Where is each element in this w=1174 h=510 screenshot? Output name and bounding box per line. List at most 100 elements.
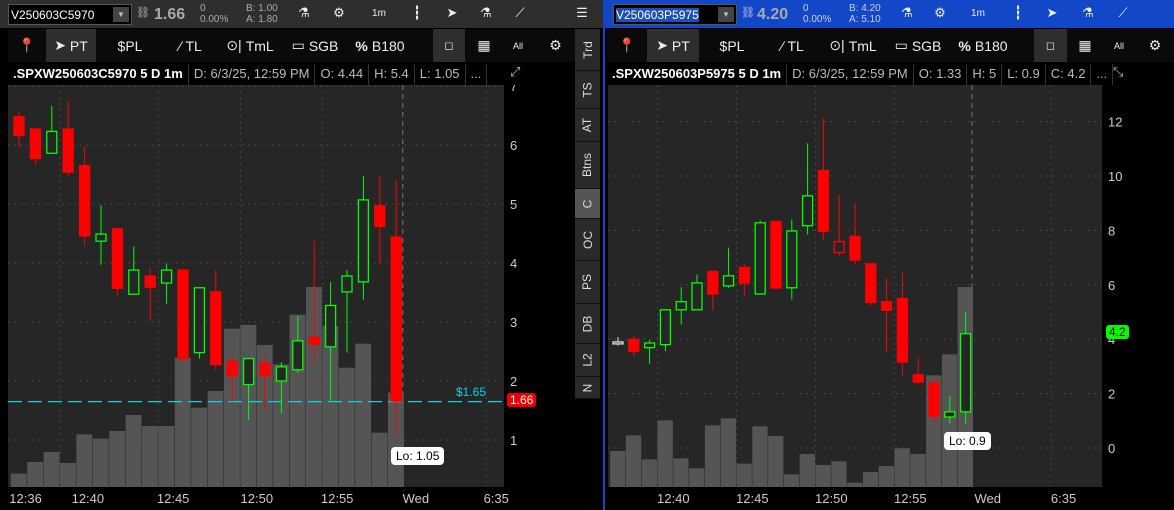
volume-bar bbox=[815, 465, 831, 487]
tab-label: Trd bbox=[580, 40, 595, 59]
link-icon[interactable]: ⛓ bbox=[741, 6, 755, 19]
drawing-icon[interactable]: ⟋ bbox=[1113, 5, 1133, 21]
all-button[interactable]: All bbox=[1103, 29, 1135, 62]
tl-button[interactable]: ∕ TL bbox=[765, 29, 820, 62]
expand-icon[interactable]: ⤡ bbox=[1113, 64, 1123, 80]
tab-label: L2 bbox=[580, 353, 595, 367]
flask-icon[interactable]: ⚗ bbox=[294, 5, 314, 21]
tml-button[interactable]: ⊙| TmL bbox=[823, 29, 883, 62]
interval-button[interactable]: 1m bbox=[968, 8, 988, 19]
y-tick-label: 3 bbox=[510, 315, 517, 330]
b180-button[interactable]: % B180 bbox=[350, 29, 410, 62]
alert-label[interactable]: $1.65 bbox=[456, 385, 486, 399]
candle bbox=[754, 220, 766, 295]
tab-at[interactable]: AT bbox=[575, 109, 600, 142]
tab-btns[interactable]: Btns bbox=[575, 142, 600, 189]
interval-button[interactable]: 1m bbox=[369, 8, 389, 19]
pt-button[interactable]: ➤ PT bbox=[647, 29, 699, 62]
candle-body bbox=[928, 382, 940, 418]
link-icon[interactable]: ⛓ bbox=[136, 6, 150, 19]
cursor-icon[interactable]: ➤ bbox=[1042, 5, 1062, 21]
sgb-button[interactable]: ▭ SGB bbox=[284, 29, 346, 62]
candle-body bbox=[738, 266, 751, 284]
cursor-icon: ➤ bbox=[54, 37, 66, 53]
cursor-icon[interactable]: ➤ bbox=[442, 5, 462, 21]
spl-button[interactable]: $PL bbox=[100, 29, 160, 62]
sgb-button[interactable]: ▭ SGB bbox=[887, 29, 949, 62]
spl-label: $PL bbox=[719, 37, 745, 54]
volume-bar bbox=[125, 415, 142, 487]
x-tick-label: 12:40 bbox=[657, 491, 690, 506]
gear-icon[interactable]: ⚙ bbox=[1137, 29, 1173, 62]
single-layout-button[interactable]: ◻ bbox=[1034, 29, 1067, 62]
gear-icon[interactable]: ⚙ bbox=[538, 29, 573, 62]
tab-ts[interactable]: TS bbox=[575, 71, 600, 109]
volume-bar bbox=[174, 357, 191, 487]
right-header-toolbar: V250603P5975 ▼ ⛓ 4.20 0 0.00% B: 4.20 A: 5.… bbox=[605, 0, 1174, 28]
pin-button[interactable]: 📍 bbox=[607, 29, 647, 62]
gear-icon[interactable]: ⚙ bbox=[930, 5, 950, 21]
symbol-input[interactable]: V250603P5975 ▼ bbox=[613, 4, 737, 25]
left-price-chart[interactable]: 1 2 3 4 5 6 7 12:36 12:40 12:45 12:50 12:55 Wed 6:35 bbox=[0, 85, 575, 510]
left-chart-pane: V250603C5970 ▼ ⛓ 1.66 0 0.00% B: 1.00 A: 1.… bbox=[0, 0, 603, 510]
all-button[interactable]: All bbox=[502, 29, 534, 62]
bar-date: D: 6/3/25, 12:59 PM bbox=[787, 64, 914, 85]
grid-layout-icon[interactable]: ▦ bbox=[1069, 29, 1101, 62]
candle-body bbox=[643, 342, 656, 349]
chevron-down-icon[interactable]: ▼ bbox=[718, 7, 734, 22]
tab-db[interactable]: DB bbox=[575, 304, 600, 344]
candle-body bbox=[111, 228, 124, 290]
cursor-icon: ➤ bbox=[656, 37, 668, 53]
tab-trd[interactable]: Trd bbox=[575, 29, 600, 71]
tab-c[interactable]: C bbox=[575, 189, 600, 219]
more-button[interactable]: ... bbox=[466, 64, 488, 85]
b180-button[interactable]: % B180 bbox=[953, 29, 1013, 62]
spl-button[interactable]: $PL bbox=[702, 29, 762, 62]
tab-ps[interactable]: PS bbox=[575, 261, 600, 304]
pin-button[interactable]: 📍 bbox=[8, 29, 46, 62]
volume-bar bbox=[878, 466, 894, 487]
timeline-icon: ⊙| bbox=[829, 37, 845, 53]
chart-title: .SPXW250603P5975 5 D 1m bbox=[607, 64, 788, 85]
low-tooltip: Lo: 1.05 bbox=[391, 447, 445, 465]
candle-body bbox=[675, 301, 687, 311]
candle bbox=[111, 228, 124, 296]
tab-oc[interactable]: OC bbox=[575, 219, 600, 261]
more-button[interactable]: ... bbox=[1091, 64, 1114, 85]
y-tick-label: 10 bbox=[1108, 169, 1122, 184]
grid-layout-icon[interactable]: ▦ bbox=[468, 29, 500, 62]
tab-n[interactable]: N bbox=[575, 377, 600, 399]
flask-icon[interactable]: ⚗ bbox=[897, 5, 917, 21]
volume-bar bbox=[720, 418, 736, 487]
symbol-input[interactable]: V250603C5970 ▼ bbox=[8, 4, 132, 25]
volume-bar bbox=[43, 452, 60, 487]
y-tick-label: 6 bbox=[1108, 278, 1115, 293]
candle-body bbox=[628, 338, 640, 352]
flask-icon[interactable]: ⚗ bbox=[1078, 5, 1098, 21]
candle-body bbox=[612, 341, 624, 345]
volume-bar bbox=[847, 482, 863, 487]
flask-icon[interactable]: ⚗ bbox=[476, 5, 496, 21]
candles-icon[interactable]: ┇ bbox=[1008, 5, 1028, 21]
single-layout-button[interactable]: ◻ bbox=[433, 29, 465, 62]
candles-icon[interactable]: ┇ bbox=[407, 5, 427, 21]
drawing-icon[interactable]: ⟋ bbox=[510, 5, 530, 21]
candle-body bbox=[210, 291, 222, 366]
tl-button[interactable]: ∕ TL bbox=[163, 29, 218, 62]
expand-icon[interactable]: ⤢ bbox=[510, 64, 520, 80]
right-chart-pane: V250603P5975 ▼ ⛓ 4.20 0 0.00% B: 4.20 A: 5.… bbox=[603, 0, 1174, 510]
tml-button[interactable]: ⊙| TmL bbox=[220, 29, 280, 62]
pt-button[interactable]: ➤ PT bbox=[46, 29, 96, 62]
candle-body bbox=[128, 269, 140, 295]
left-header-toolbar: V250603C5970 ▼ ⛓ 1.66 0 0.00% B: 1.00 A: 1.… bbox=[0, 0, 603, 28]
gear-icon[interactable]: ⚙ bbox=[329, 5, 349, 21]
right-price-chart[interactable]: 02468101212:40 12:45 12:50 12:55 Wed 6:35 bbox=[605, 85, 1174, 510]
menu-icon[interactable]: ☰ bbox=[572, 5, 592, 21]
y-tick-label: 1 bbox=[510, 433, 517, 448]
x-tick-label: 12:45 bbox=[736, 491, 769, 506]
candle-body bbox=[659, 309, 672, 346]
chevron-down-icon[interactable]: ▼ bbox=[113, 7, 129, 22]
tab-l2[interactable]: L2 bbox=[575, 344, 600, 377]
candle-body bbox=[722, 275, 735, 287]
symbol-text: V250603C5970 bbox=[11, 7, 95, 22]
